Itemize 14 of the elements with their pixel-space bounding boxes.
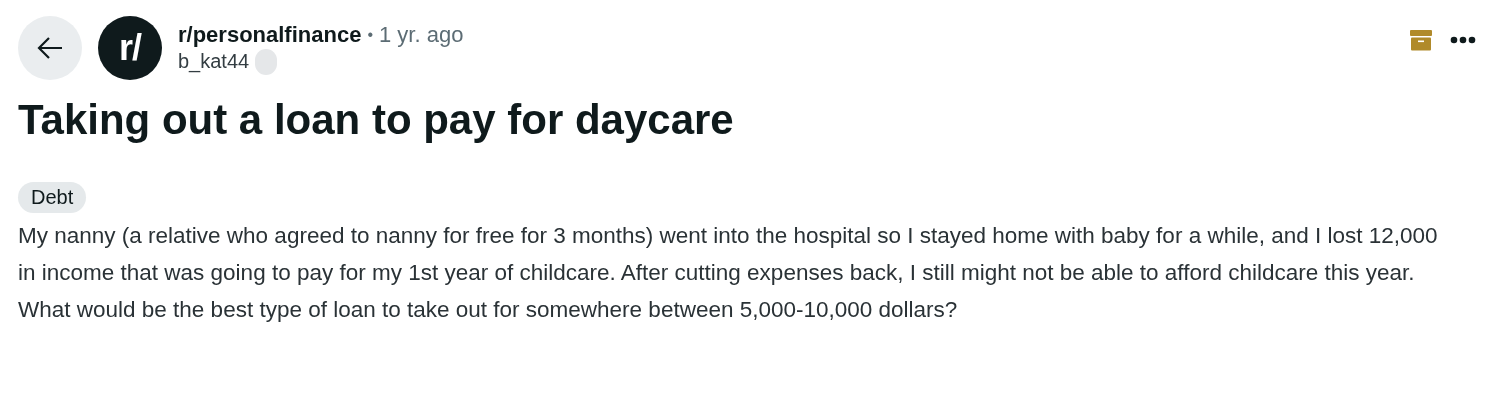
author-name[interactable]: b_kat44 bbox=[178, 50, 250, 73]
post-title: Taking out a loan to pay for daycare bbox=[18, 96, 735, 144]
community-avatar[interactable]: r/ bbox=[98, 16, 162, 80]
post-body: My nanny (a relative who agreed to nanny for free for 3 months) went into the hospital so I stayed home with baby for a while, and I lost 12,000 in income that was going to pay for my 1st year of childcare. After cutting expenses back, I still might not be able to afford childcare this year. What would be the best type of loan to take out for somewhere between 5,000-10,000 dollars? bbox=[18, 222, 1438, 324]
more-options-button[interactable] bbox=[1450, 36, 1476, 44]
separator-dot: • bbox=[367, 25, 373, 44]
flair-tag[interactable]: Debt bbox=[18, 182, 87, 213]
back-arrow-icon bbox=[36, 36, 64, 60]
post-time: 1 yr. ago bbox=[379, 21, 464, 48]
more-icon bbox=[1450, 36, 1476, 44]
community-link[interactable]: r/personalfinance bbox=[178, 21, 362, 48]
archive-button[interactable] bbox=[1410, 29, 1432, 51]
archive-icon bbox=[1410, 29, 1432, 51]
user-badge bbox=[255, 48, 278, 75]
